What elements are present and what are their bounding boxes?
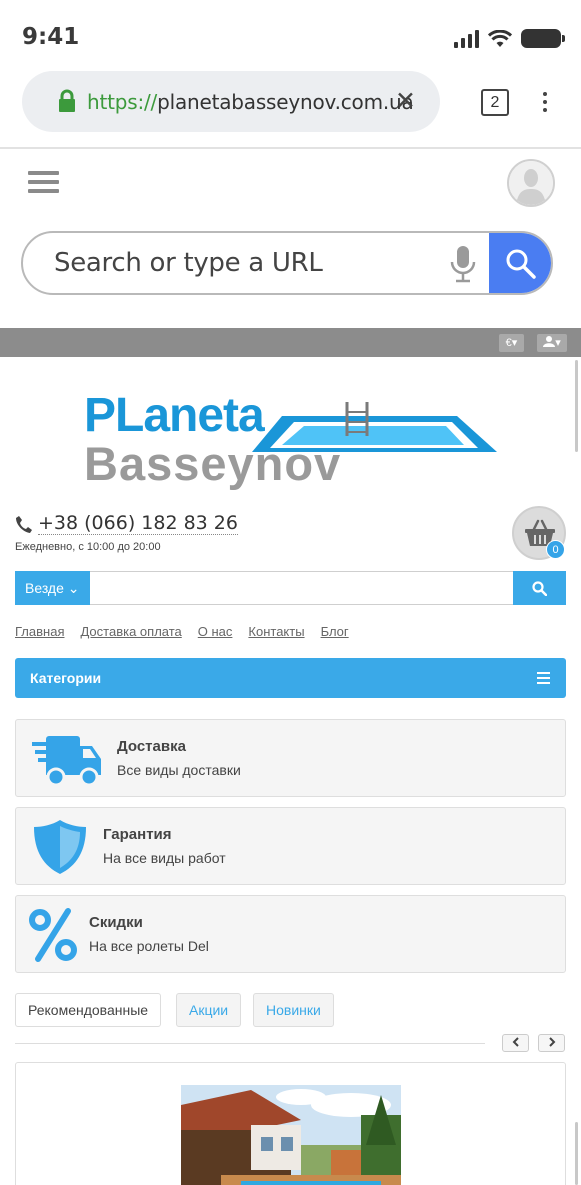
carousel-next-button[interactable] xyxy=(538,1034,565,1052)
logo-line-1: PLaneta xyxy=(84,389,265,442)
carousel-prev-button[interactable] xyxy=(502,1034,529,1052)
feature-title: Гарантия xyxy=(103,826,172,843)
phone-icon xyxy=(16,515,32,533)
shield-icon xyxy=(34,820,86,874)
close-icon[interactable]: ✕ xyxy=(395,86,416,116)
feature-title: Доставка xyxy=(117,738,186,755)
feature-subtitle: На все виды работ xyxy=(103,850,226,866)
tab-sales[interactable]: Акции xyxy=(176,993,242,1027)
currency-dropdown[interactable]: €▾ xyxy=(499,334,524,352)
user-icon xyxy=(543,336,556,347)
categories-menu-button[interactable]: Категории xyxy=(15,658,566,698)
more-menu-icon[interactable] xyxy=(543,92,547,114)
scrollbar[interactable] xyxy=(575,1122,578,1185)
status-icons xyxy=(454,29,565,48)
site-topbar: €▾ ▾ xyxy=(0,328,581,357)
url-scheme: https:// xyxy=(87,90,158,114)
chevron-right-icon xyxy=(548,1037,555,1047)
menu-icon xyxy=(537,672,550,687)
search-placeholder[interactable]: Search or type a URL xyxy=(54,248,323,278)
currency-label: € xyxy=(505,337,512,349)
feature-subtitle: На все ролеты Del xyxy=(89,938,209,954)
avatar[interactable] xyxy=(507,159,555,207)
working-hours: Ежедневно, с 10:00 до 20:00 xyxy=(15,541,161,553)
logo-line-2: Basseynov xyxy=(84,437,342,490)
search-icon xyxy=(506,249,536,279)
nav-link-contacts[interactable]: Контакты xyxy=(248,624,304,639)
house-pool-photo xyxy=(181,1085,401,1185)
address-bar[interactable]: https://planetabasseynov.com.ua ✕ xyxy=(22,71,440,132)
phone-number[interactable]: +38 (066) 182 83 26 xyxy=(38,512,238,535)
nav-link-blog[interactable]: Блог xyxy=(321,624,349,639)
scrollbar[interactable] xyxy=(575,360,578,452)
feature-subtitle: Все виды доставки xyxy=(117,762,241,778)
phone-row[interactable]: +38 (066) 182 83 26 xyxy=(15,512,238,535)
feature-delivery: Доставка Все виды доставки xyxy=(15,719,566,797)
battery-icon xyxy=(521,29,565,48)
nav-link-about[interactable]: О нас xyxy=(198,624,233,639)
url-text[interactable]: https://planetabasseynov.com.ua xyxy=(87,90,414,114)
account-dropdown[interactable]: ▾ xyxy=(537,334,567,352)
nav-link-home[interactable]: Главная xyxy=(15,624,64,639)
search-scope-dropdown[interactable]: Везде ⌄ xyxy=(15,571,90,605)
truck-icon xyxy=(32,736,101,787)
microphone-icon[interactable] xyxy=(450,245,476,283)
url-host: planetabasseynov.com.ua xyxy=(157,90,414,114)
search-scope-label: Везде xyxy=(25,580,64,596)
signal-icon xyxy=(454,30,479,48)
nav-link-delivery[interactable]: Доставка оплата xyxy=(80,624,181,639)
feature-title: Скидки xyxy=(89,914,143,931)
status-time: 9:41 xyxy=(22,24,80,50)
chevron-left-icon xyxy=(512,1037,519,1047)
divider xyxy=(15,1043,485,1044)
site-search-bar[interactable]: Везде ⌄ xyxy=(15,571,566,605)
browser-search-bar[interactable]: Search or type a URL xyxy=(21,231,553,295)
hamburger-menu-icon[interactable] xyxy=(28,171,59,193)
main-nav: Главная Доставка оплата О нас Контакты Б… xyxy=(15,624,349,639)
tab-recommended[interactable]: Рекомендованные xyxy=(15,993,162,1027)
product-image[interactable] xyxy=(181,1085,401,1185)
tab-switcher-button[interactable]: 2 xyxy=(481,89,509,116)
tab-new[interactable]: Новинки xyxy=(253,993,334,1027)
cart-count-badge: 0 xyxy=(546,540,565,559)
wifi-icon xyxy=(488,30,512,47)
search-button[interactable] xyxy=(489,233,551,293)
feature-discounts: Скидки На все ролеты Del xyxy=(15,895,566,973)
categories-label: Категории xyxy=(30,670,102,686)
feature-warranty: Гарантия На все виды работ xyxy=(15,807,566,885)
profile-icon xyxy=(509,161,553,205)
search-icon xyxy=(532,581,547,596)
product-card[interactable] xyxy=(15,1062,566,1185)
percent-icon xyxy=(29,908,77,962)
status-bar: 9:41 xyxy=(0,0,581,70)
lock-icon xyxy=(59,89,75,112)
site-search-button[interactable] xyxy=(513,571,566,605)
divider xyxy=(0,147,581,149)
site-logo[interactable]: PLaneta Basseynov xyxy=(82,388,502,493)
